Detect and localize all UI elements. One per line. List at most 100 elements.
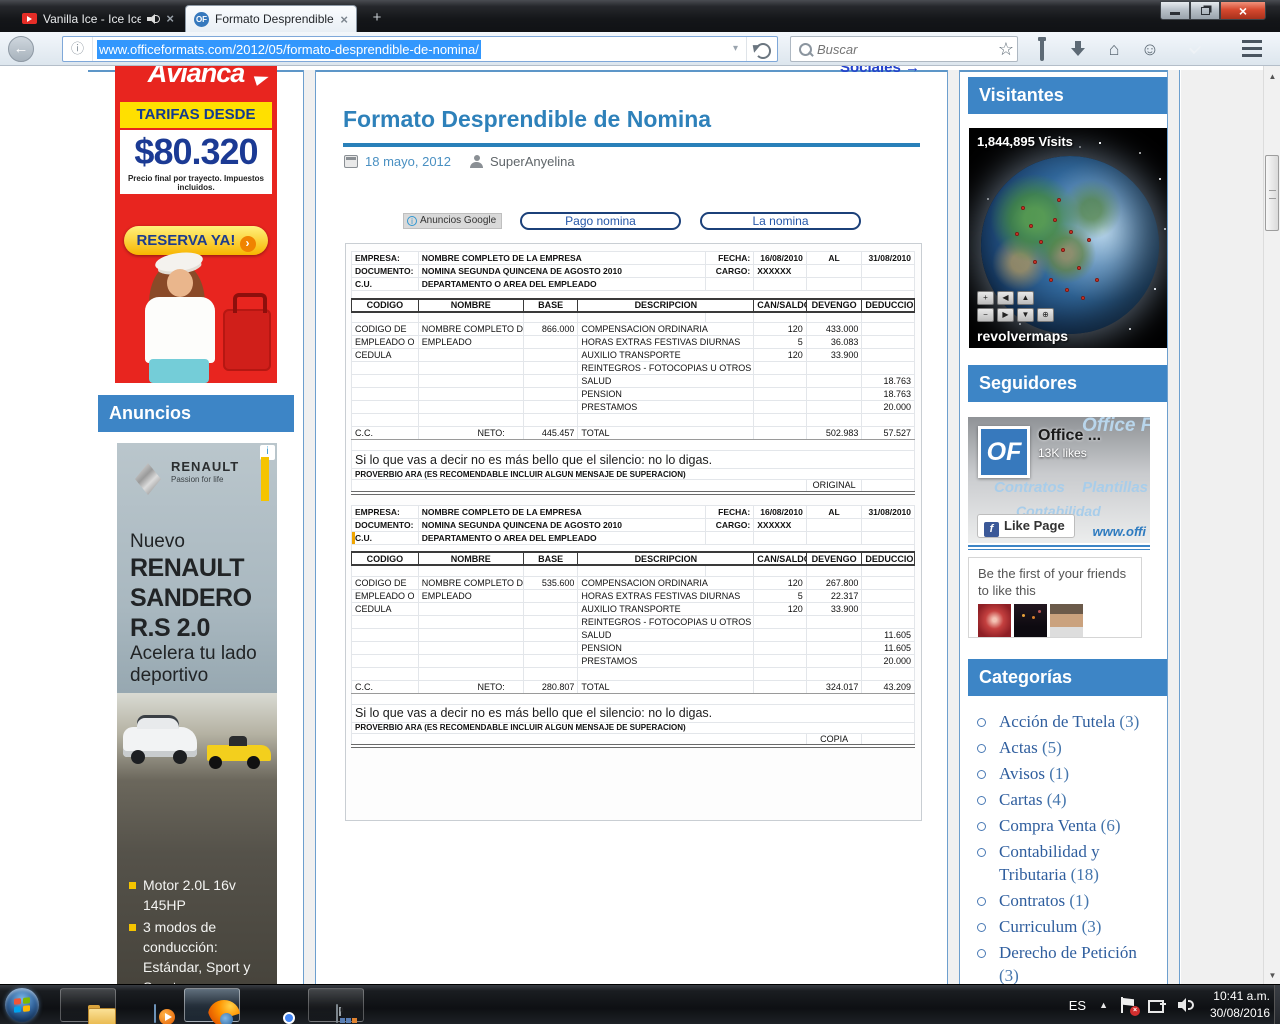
scrollbar[interactable]: ▲ ▼ — [1263, 66, 1280, 984]
taskbar-mediaplayer-button[interactable] — [126, 988, 182, 1022]
friend-thumbnail[interactable] — [1014, 604, 1047, 637]
start-button[interactable] — [5, 988, 39, 1022]
like-page-button[interactable]: fLike Page — [977, 514, 1075, 538]
sheet-cell — [352, 565, 419, 576]
close-button[interactable]: × — [1220, 1, 1266, 20]
tab-audio-icon[interactable] — [147, 14, 160, 24]
category-item[interactable]: Compra Venta (6) — [973, 814, 1151, 837]
tab-vanilla-ice[interactable]: Vanilla Ice - Ice Ice Bab... × — [14, 5, 182, 32]
category-item[interactable]: Actas (5) — [973, 736, 1151, 759]
home-icon[interactable]: ⌂ — [1104, 39, 1124, 59]
search-box[interactable] — [790, 36, 1018, 62]
minimize-button[interactable] — [1160, 1, 1190, 20]
pocket-icon[interactable] — [1176, 39, 1196, 59]
show-desktop-button[interactable] — [1274, 985, 1280, 1024]
menu-icon[interactable] — [1242, 40, 1262, 57]
renault-ad[interactable]: i RENAULT Passion for life Nuevo RENAULT… — [117, 443, 277, 984]
site-info-icon[interactable]: ⓘ — [63, 37, 93, 61]
category-link[interactable]: Actas — [999, 738, 1042, 757]
scroll-up-icon[interactable]: ▲ — [1264, 68, 1280, 85]
officeformats-icon: OF — [194, 12, 209, 27]
language-indicator[interactable]: ES — [1069, 998, 1086, 1013]
sheet-cell: C.U. — [352, 278, 419, 291]
downloads-icon[interactable] — [1068, 39, 1088, 59]
sheet-cell: 18.763 — [862, 388, 915, 401]
globe-control-button[interactable]: − — [977, 308, 994, 322]
category-link[interactable]: Cartas — [999, 790, 1047, 809]
google-ad-link[interactable]: Pago nomina — [520, 212, 681, 230]
sheet-cell — [754, 427, 807, 440]
globe-control-button[interactable]: ▲ — [1017, 291, 1034, 305]
revolvermaps-widget[interactable]: 1,844,895 Visits +◀▲ −▶▼⊕ revolvermaps — [969, 128, 1167, 348]
sheet-cell: AUXILIO TRANSPORTE — [578, 349, 754, 362]
hello-icon[interactable]: ☺ — [1140, 39, 1160, 59]
taskbar-explorer-button[interactable] — [60, 988, 116, 1022]
reload-icon[interactable] — [747, 37, 777, 61]
scrollbar-thumb[interactable] — [1265, 155, 1279, 231]
category-link[interactable]: Derecho de Petición — [999, 943, 1137, 962]
tray-expand-icon[interactable]: ▲ — [1099, 1000, 1108, 1010]
category-item[interactable]: Curriculum (3) — [973, 915, 1151, 938]
avianca-ad[interactable]: Avianca TARIFAS DESDE $80.320 Precio fin… — [115, 66, 277, 383]
friend-thumbnail[interactable] — [1050, 604, 1083, 637]
taskbar-chrome-button[interactable] — [248, 988, 304, 1022]
restore-button[interactable] — [1190, 1, 1220, 20]
globe-control-button[interactable]: ◀ — [997, 291, 1014, 305]
taskbar-firefox-button[interactable] — [184, 988, 240, 1022]
anuncios-google-badge[interactable]: iAnuncios Google — [403, 213, 502, 229]
post-author[interactable]: SuperAnyelina — [490, 154, 575, 169]
category-link[interactable]: Contratos — [999, 891, 1069, 910]
sheet-cell — [862, 589, 915, 602]
sheet-cell: 120 — [754, 602, 807, 615]
google-ad-link[interactable]: La nomina — [700, 212, 861, 230]
avianca-reserva-button[interactable]: RESERVA YA! › — [124, 226, 268, 255]
category-item[interactable]: Cartas (4) — [973, 788, 1151, 811]
tab-close-icon[interactable]: × — [166, 11, 174, 26]
sheet-cell: PRESTAMOS — [578, 401, 754, 414]
revolvermaps-label[interactable]: revolvermaps — [977, 328, 1068, 344]
taskbar-calculator-button[interactable] — [308, 988, 364, 1022]
sheet-cell — [418, 628, 523, 641]
globe-control-button[interactable]: ⊕ — [1037, 308, 1054, 322]
tab-formato-desprendible[interactable]: OF Formato Desprendible de ... × — [185, 5, 357, 32]
category-item[interactable]: Acción de Tutela (3) — [973, 710, 1151, 733]
friend-thumbnail[interactable] — [978, 604, 1011, 637]
renault-car-photo: Motor 2.0L 16v 145HP3 modos de conducció… — [117, 693, 277, 984]
search-input[interactable] — [817, 42, 997, 57]
sheet-cell: EMPLEADO O — [352, 336, 419, 349]
facebook-page-widget[interactable]: Office FoContratosPlantillasContabilidad… — [968, 417, 1150, 543]
url-bar[interactable]: ⓘ www.officeformats.com/2012/05/formato-… — [62, 36, 778, 62]
new-tab-button[interactable]: + — [365, 9, 389, 28]
category-item[interactable]: Contratos (1) — [973, 889, 1151, 912]
globe-control-button[interactable]: ▶ — [997, 308, 1014, 322]
category-link[interactable]: Avisos — [999, 764, 1049, 783]
page-title: Formato Desprendible de Nomina — [343, 106, 711, 133]
sheet-cell — [806, 615, 862, 628]
sheet-cell — [754, 375, 807, 388]
back-button[interactable]: ← — [8, 36, 34, 62]
category-link[interactable]: Acción de Tutela — [999, 712, 1119, 731]
sheet-cell — [578, 565, 705, 576]
sociales-link[interactable]: Sociales → — [840, 66, 920, 76]
bookmarks-menu-icon[interactable] — [1032, 39, 1052, 59]
facebook-page-name[interactable]: Office ... — [1038, 427, 1101, 445]
category-link[interactable]: Compra Venta — [999, 816, 1101, 835]
sheet-cell: SALUD — [578, 628, 754, 641]
category-item[interactable]: Contabilidad y Tributaria (18) — [973, 840, 1151, 886]
globe-control-button[interactable]: + — [977, 291, 994, 305]
bookmark-star-icon[interactable]: ☆ — [996, 39, 1016, 59]
sheet-cell: Si lo que vas a decir no es más bello qu… — [352, 704, 915, 722]
category-item[interactable]: Avisos (1) — [973, 762, 1151, 785]
network-icon[interactable] — [1148, 998, 1165, 1013]
category-item[interactable]: Derecho de Petición (3) — [973, 941, 1151, 984]
tab-close-icon[interactable]: × — [340, 12, 348, 27]
sheet-cell — [418, 641, 523, 654]
scroll-down-icon[interactable]: ▼ — [1264, 967, 1280, 984]
url-text[interactable]: www.officeformats.com/2012/05/formato-de… — [97, 40, 481, 59]
url-dropdown-icon[interactable]: ▾ — [725, 37, 747, 61]
taskbar-clock[interactable]: 10:41 a.m. 30/08/2016 — [1210, 988, 1270, 1022]
action-center-icon[interactable]: × — [1121, 997, 1135, 1013]
category-link[interactable]: Curriculum — [999, 917, 1082, 936]
globe-control-button[interactable]: ▼ — [1017, 308, 1034, 322]
volume-icon[interactable] — [1178, 998, 1194, 1012]
